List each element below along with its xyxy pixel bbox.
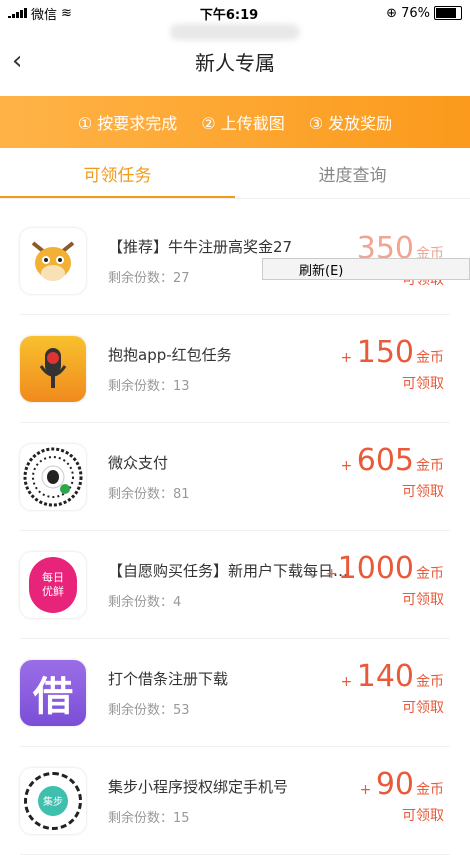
task-item[interactable]: 借 打个借条注册下载 剩余份数：53 + 140 金币 可领取 (20, 639, 450, 747)
claim-label[interactable]: 可领取 (341, 697, 444, 717)
reward-unit: 金币 (416, 350, 444, 366)
task-title: 集步小程序授权绑定手机号 (108, 777, 289, 796)
step-1: ① 按要求完成 (77, 114, 178, 133)
task-item[interactable]: 抱抱app-红包任务 剩余份数：13 + 150 金币 可领取 (20, 315, 450, 423)
task-reward: + 150 金币 可领取 (341, 337, 444, 393)
tab-bar: 可领任务 进度查询 (0, 148, 470, 199)
jie-app-icon: 借 (20, 659, 86, 726)
step-3: ③ 发放奖励 (308, 114, 393, 133)
jibu-text: 集步 (38, 785, 68, 816)
task-item[interactable]: 每日 优鲜 【自愿购买任务】新用户下载每日… 剩余份数：4 +1000 金币 可领… (20, 531, 450, 639)
claim-label[interactable]: 可领取 (326, 589, 444, 609)
reward-unit: 金币 (416, 566, 444, 582)
reward-unit: 金币 (416, 782, 444, 798)
step-2: ② 上传截图 (201, 114, 285, 133)
carrier: 微信 (31, 7, 58, 23)
claim-label[interactable]: 可领取 (341, 373, 444, 393)
plus-icon: + (340, 458, 357, 474)
task-reward: + 90 金币 可领取 (360, 769, 444, 825)
meiri-line2: 优鲜 (42, 584, 64, 598)
plus-icon: + (340, 350, 357, 366)
meiri-youxian-app-icon: 每日 优鲜 (20, 551, 86, 618)
plus-icon: + (325, 566, 338, 582)
signal-icon (8, 8, 27, 18)
nav-bar: ‹ 新人专属 (0, 26, 470, 96)
task-item[interactable]: 微众支付 剩余份数：81 + 605 金币 可领取 (20, 423, 450, 531)
jie-char: 借 (33, 673, 73, 720)
reward-value: 140 (356, 659, 414, 694)
plus-icon: + (340, 674, 357, 690)
task-reward: + 140 金币 可领取 (341, 661, 444, 717)
reward-value: 1000 (337, 551, 414, 586)
tab-available-tasks[interactable]: 可领任务 (0, 148, 235, 198)
rotation-lock-icon: ⊕ (386, 5, 398, 21)
status-bar: 微信 ≋ 下午6:19 ⊕ 76% (0, 0, 470, 26)
claim-label[interactable]: 可领取 (341, 481, 444, 501)
steps-banner: ① 按要求完成 ② 上传截图 ③ 发放奖励 (0, 96, 470, 148)
reward-unit: 金币 (416, 458, 444, 474)
reward-value: 90 (375, 767, 414, 802)
tab-progress-query[interactable]: 进度查询 (235, 148, 470, 198)
battery-percent: 76% (401, 5, 430, 21)
plus-icon: + (359, 782, 376, 798)
reward-value: 605 (356, 443, 414, 478)
meiri-line1: 每日 (42, 570, 64, 584)
cow-app-icon (20, 227, 86, 294)
task-reward: +1000 金币 可领取 (326, 553, 444, 609)
task-reward: + 605 金币 可领取 (341, 445, 444, 501)
back-button[interactable]: ‹ (12, 46, 22, 76)
page-title: 新人专属 (195, 50, 275, 75)
task-title: 打个借条注册下载 (108, 669, 229, 688)
mini-program-code-icon (20, 443, 86, 510)
task-list: 【推荐】牛牛注册高奖金27 剩余份数：27 350 金币 可领取 抱抱app-红包… (0, 207, 470, 855)
claim-label[interactable]: 可领取 (360, 805, 444, 825)
jibu-mini-program-icon: 集步 (20, 767, 86, 834)
context-menu-refresh[interactable]: 刷新(E) (262, 258, 470, 280)
task-title: 【推荐】牛牛注册高奖金27 (108, 237, 293, 256)
task-title: 微众支付 (108, 453, 169, 472)
task-title: 抱抱app-红包任务 (108, 345, 232, 364)
microphone-app-icon (20, 335, 86, 402)
status-time: 下午6:19 (199, 7, 259, 23)
reward-unit: 金币 (416, 674, 444, 690)
reward-value: 150 (356, 335, 414, 370)
wifi-icon: ≋ (61, 5, 72, 21)
battery-icon (433, 6, 462, 20)
task-title: 【自愿购买任务】新用户下载每日… (108, 561, 348, 580)
